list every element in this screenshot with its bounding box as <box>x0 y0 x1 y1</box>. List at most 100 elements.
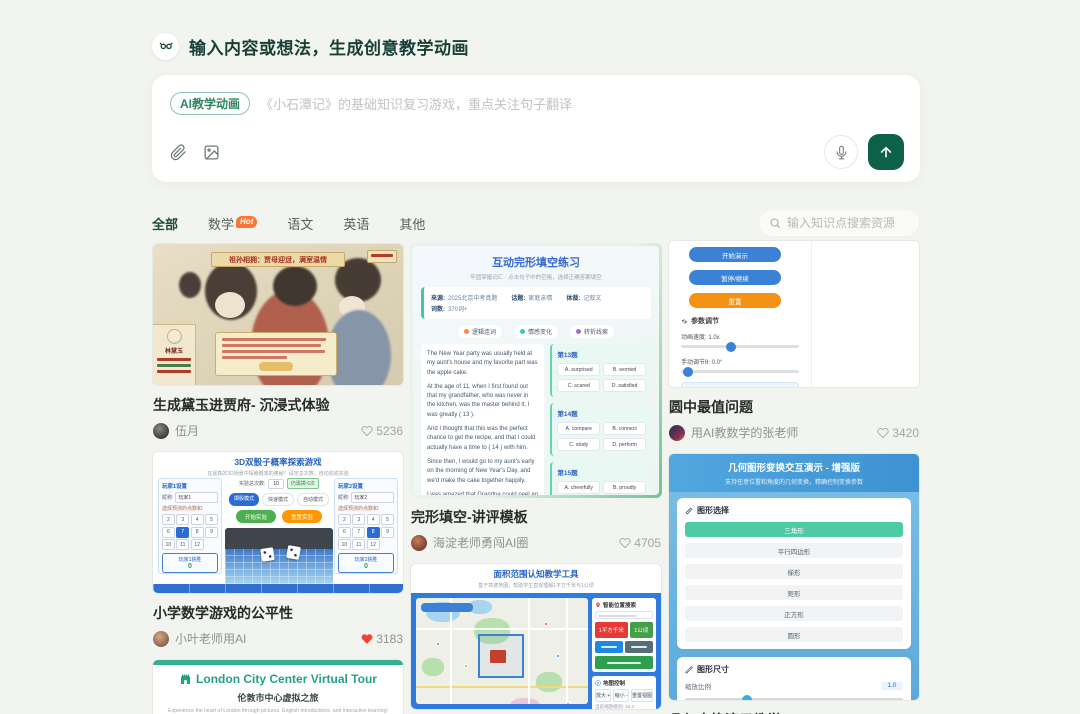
card-cloze[interactable]: 互动完形填空练习 牢固掌握词汇 · 点击句子中的空格，选择正确答案填空 来源:2… <box>410 243 662 551</box>
start-experiment-button: 开始实验 <box>236 510 276 523</box>
card-geometry-preview[interactable]: 几何图形变换交互演示 - 增强版 支持任意位置和角度的几何变换，精确控制变换参数… <box>668 453 920 701</box>
like-count[interactable]: 5236 <box>361 424 403 438</box>
angle-label: 手动调节θ: 0.0° <box>681 357 801 366</box>
attachment-icon[interactable] <box>168 142 188 162</box>
card-title[interactable]: 小学数学游戏的公平性 <box>153 603 403 623</box>
card-dice-preview[interactable]: 3D双骰子概率探索游戏 在逼真的3D场景中探索概率的奥秘！设定总次数，自动完成实… <box>152 451 404 594</box>
prompt-composer[interactable]: AI教学动画 《小石潭记》的基础知识复习游戏，重点关注句子翻译 <box>152 75 920 182</box>
author-name[interactable]: 用AI教数学的张老师 <box>691 424 798 441</box>
player2-score-box: 玩家2获胜0 <box>338 553 394 573</box>
card-geometry[interactable]: 几何图形变换交互演示 - 增强版 支持任意位置和角度的几何变换，精确控制变换参数… <box>668 453 920 714</box>
london-title: London City Center Virtual Tour <box>153 672 403 686</box>
search-panel: 智能位置搜索 1平方千米 1公顷 <box>592 598 656 672</box>
dice-center-panel: 实验总次数:10仍需掷:6次 掷骰模式 快速模式 自动模式 开始实验 重置实验 <box>225 478 333 584</box>
like-count[interactable]: 3183 <box>361 632 403 646</box>
search-icon <box>769 217 781 229</box>
map-title: 面积范围认知教学工具 <box>411 568 661 580</box>
shape-triangle-button: 三角形 <box>685 522 903 537</box>
tab-other[interactable]: 其他 <box>399 214 425 233</box>
player2-nick-input: 玩家2 <box>351 492 394 503</box>
tab-chinese[interactable]: 语文 <box>287 214 313 233</box>
speed-slider <box>681 345 799 348</box>
category-tabs: 全部 数学Hot 语文 英语 其他 <box>152 214 425 233</box>
card-circle-preview[interactable]: 开始演示 暂停/继续 重置 参数调节 动画速度: 1.0x 手动调节θ: 0.0… <box>668 240 920 388</box>
reset-experiment-button: 重置实验 <box>282 510 322 523</box>
card-title[interactable]: 生成黛玉进贾府- 沉浸式体验 <box>153 395 403 415</box>
ruler-icon <box>685 507 693 515</box>
author-name[interactable]: 小叶老师用AI <box>175 630 246 647</box>
ruler-icon <box>685 666 693 674</box>
reset-view-button: 重置视图 <box>631 689 653 702</box>
top-accent-bar <box>153 660 403 665</box>
legend-dot-purple <box>576 329 581 334</box>
dialog-continue-button <box>259 362 293 371</box>
prompt-placeholder[interactable]: 《小石潭记》的基础知识复习游戏，重点关注句子翻译 <box>260 94 572 113</box>
author-avatar[interactable] <box>669 425 685 441</box>
search-box[interactable] <box>758 209 920 237</box>
tab-english[interactable]: 英语 <box>343 214 369 233</box>
author-avatar[interactable] <box>153 423 169 439</box>
map-badge <box>421 603 473 612</box>
author-avatar[interactable] <box>153 631 169 647</box>
landmark-block <box>490 650 506 663</box>
card-london[interactable]: London City Center Virtual Tour 伦敦市中心虚拟之… <box>152 659 404 714</box>
start-demo-button: 开始演示 <box>689 247 781 262</box>
figure <box>179 272 201 298</box>
page-title: 输入内容或想法，生成创意教学动画 <box>189 34 469 59</box>
author-name[interactable]: 海淀老师勇闯AI圈 <box>433 534 528 551</box>
tab-math[interactable]: 数学Hot <box>208 214 257 233</box>
road <box>566 598 568 704</box>
image-upload-icon[interactable] <box>201 142 221 162</box>
map-poi <box>566 702 570 704</box>
card-circle[interactable]: 开始演示 暂停/继续 重置 参数调节 动画速度: 1.0x 手动调节θ: 0.0… <box>668 240 920 441</box>
like-count[interactable]: 4705 <box>619 536 661 550</box>
figure <box>215 292 245 318</box>
card-cloze-preview[interactable]: 互动完形填空练习 牢固掌握词汇 · 点击句子中的空格，选择正确答案填空 来源:2… <box>410 243 662 498</box>
author-avatar[interactable] <box>411 535 427 551</box>
hectare-button: 1公顷 <box>630 622 653 638</box>
park-blob <box>422 658 444 676</box>
card-title[interactable]: 完形填空-讲评模板 <box>411 507 661 527</box>
shape-square-button: 正方形 <box>685 606 903 621</box>
voice-input-button[interactable] <box>824 135 858 169</box>
card-map[interactable]: 面积范围认知教学工具 基于高德地图，帮助学生直观理解1平方千米与1公顷 <box>410 563 662 714</box>
compass-icon <box>595 680 601 686</box>
circle-canvas-area <box>811 241 919 387</box>
author-name[interactable]: 伍月 <box>175 422 199 439</box>
angle-slider <box>681 370 799 373</box>
shape-select-panel: 图形选择 三角形 平行四边形 梯形 矩形 正方形 圆形 <box>677 498 911 649</box>
heart-outline-icon <box>361 425 373 437</box>
like-count[interactable]: 3420 <box>877 426 919 440</box>
remain-badge: 仍需掷:6次 <box>287 478 319 489</box>
card-london-preview[interactable]: London City Center Virtual Tour 伦敦市中心虚拟之… <box>152 659 404 714</box>
dialog-text-line <box>222 350 325 353</box>
search-input[interactable] <box>787 216 907 230</box>
mode-fast: 快速模式 <box>262 493 294 506</box>
card-title[interactable]: 圆中最值问题 <box>669 397 919 417</box>
slider-knob <box>726 342 736 352</box>
shape-parallelogram-button: 平行四边形 <box>685 543 903 558</box>
total-input: 10 <box>268 479 284 489</box>
dice-title: 3D双骰子概率探索游戏 <box>153 452 403 468</box>
zoom-level-label: 当前缩放级别: 16.4 <box>595 704 653 710</box>
card-daiyu-preview[interactable]: 祖孙相拥：贾母迎迓，满室温情 林黛玉 <box>152 243 404 386</box>
question-card: 第14题 A. compareB. connect C. studyD. per… <box>550 403 651 456</box>
submit-button[interactable] <box>868 134 904 170</box>
map-poi <box>436 642 440 646</box>
ai-animation-tag[interactable]: AI教学动画 <box>170 92 250 115</box>
district-blob <box>510 698 540 704</box>
player1-score-box: 玩家1获胜0 <box>162 553 218 573</box>
card-dice[interactable]: 3D双骰子概率探索游戏 在逼真的3D场景中探索概率的奥秘！设定总次数，自动完成实… <box>152 451 404 647</box>
card-map-preview[interactable]: 面积范围认知教学工具 基于高德地图，帮助学生直观理解1平方千米与1公顷 <box>410 563 662 710</box>
player1-pick-label: 选择预测的点数和: <box>162 505 218 512</box>
clear-button <box>625 641 653 653</box>
die-right <box>286 545 301 560</box>
card-title[interactable]: 几何变换演示教学 <box>669 710 919 714</box>
scale-value-badge: 1.0 <box>881 682 903 690</box>
map-canvas <box>416 598 588 704</box>
player2-number-grid: 2345 6789 101112 <box>338 514 394 550</box>
tab-all[interactable]: 全部 <box>152 214 178 233</box>
card-daiyu[interactable]: 祖孙相拥：贾母迎迓，满室温情 林黛玉 生成黛玉进贾府- 沉浸式体验 <box>152 243 404 439</box>
question-card: 第15题 A. cheerfullyB. proudly C. nervousl… <box>550 462 651 495</box>
mode-auto: 自动模式 <box>297 493 329 506</box>
